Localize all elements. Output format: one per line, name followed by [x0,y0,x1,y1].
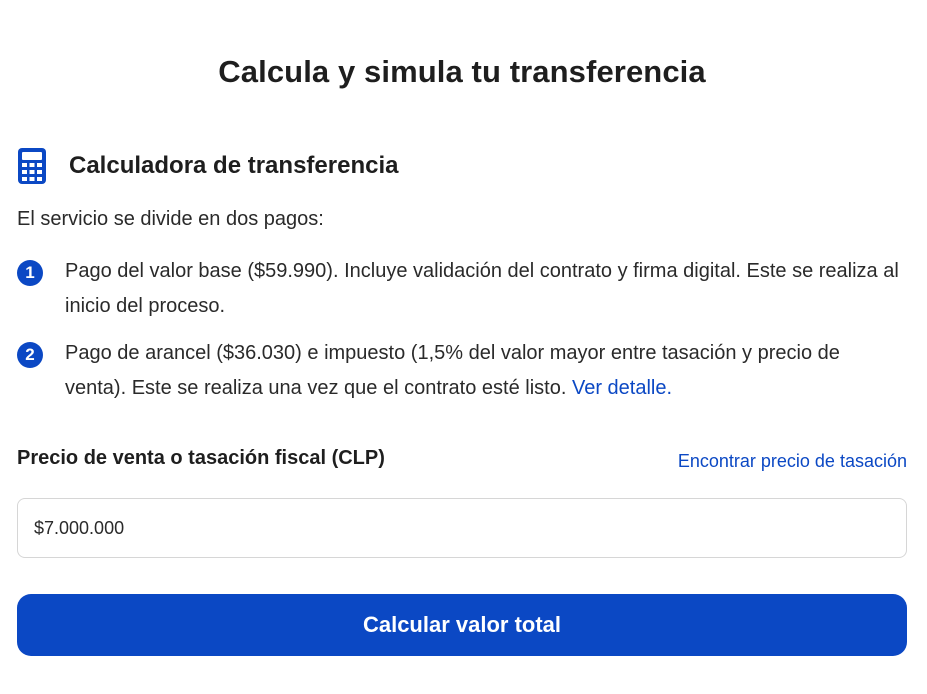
view-detail-link[interactable]: Ver detalle. [572,377,672,399]
calculator-icon [17,146,55,186]
calculator-title: Calculadora de transferencia [69,152,399,179]
find-appraisal-price-link[interactable]: Encontrar precio de tasación [678,451,907,472]
calculate-total-button[interactable]: Calcular valor total [17,594,907,656]
payment-step-2: 2 Pago de arancel ($36.030) e impuesto (… [17,336,907,406]
payment-step-1: 1 Pago del valor base ($59.990). Incluye… [17,254,907,324]
step-number-badge: 1 [17,260,43,286]
step-number-badge: 2 [17,342,43,368]
step-2-text-container: Pago de arancel ($36.030) e impuesto (1,… [65,336,905,406]
price-input[interactable] [17,498,907,558]
step-2-text: Pago de arancel ($36.030) e impuesto (1,… [65,342,840,399]
step-1-text: Pago del valor base ($59.990). Incluye v… [65,260,899,317]
service-intro: El servicio se divide en dos pagos: [17,208,324,230]
calculator-header: Calculadora de transferencia [17,146,398,186]
price-field-label: Precio de venta o tasación fiscal (CLP) [17,447,385,469]
page-title: Calcula y simula tu transferencia [218,54,706,89]
